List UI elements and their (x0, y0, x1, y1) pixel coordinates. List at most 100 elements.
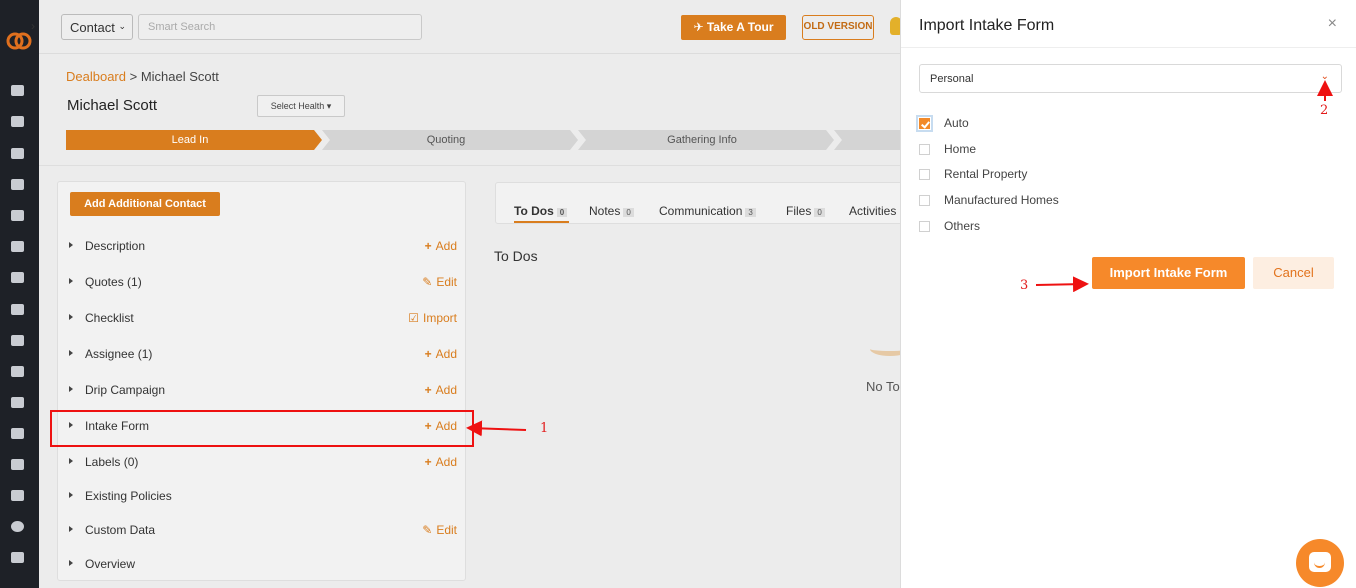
megaphone-icon[interactable] (11, 304, 24, 315)
caret-right-icon (69, 242, 73, 248)
checkbox[interactable] (919, 144, 930, 155)
tab-notes[interactable]: Notes 0 (589, 204, 634, 218)
section-description[interactable]: Description + Add (58, 229, 465, 265)
section-add-button[interactable]: + Add (425, 347, 457, 361)
section-existing-policies[interactable]: Existing Policies (58, 479, 465, 515)
calendar-icon[interactable] (11, 459, 24, 470)
section-drip-campaign[interactable]: Drip Campaign + Add (58, 373, 465, 409)
plus-icon: + (424, 239, 432, 253)
section-label: Checklist (85, 311, 134, 325)
form-type-value: Personal (930, 73, 974, 85)
tab-label: To Dos (514, 204, 554, 218)
action-label: Edit (436, 523, 457, 537)
checkbox[interactable] (919, 221, 930, 232)
form-type-select[interactable]: Personal ⌄ (919, 64, 1342, 93)
plus-icon: + (424, 383, 432, 397)
section-edit-button[interactable]: ✎ Edit (422, 523, 457, 537)
section-quotes[interactable]: Quotes (1) ✎ Edit (58, 265, 465, 301)
section-custom-data[interactable]: Custom Data ✎ Edit (58, 513, 465, 549)
contact-card-icon[interactable] (11, 241, 24, 252)
reports-icon[interactable] (11, 366, 24, 377)
badge-icon[interactable] (11, 552, 24, 563)
page-title: Michael Scott (67, 97, 158, 114)
section-checklist[interactable]: Checklist ☑ Import (58, 301, 465, 337)
section-label: Overview (85, 557, 136, 571)
option-label: Auto (944, 116, 969, 130)
option-label: Others (944, 219, 981, 233)
import-icon: ☑ (408, 311, 419, 325)
documents-icon[interactable] (11, 148, 24, 159)
annotation-highlight-box (50, 410, 474, 447)
chat-launcher-button[interactable] (1296, 539, 1344, 587)
todos-heading: To Dos (494, 248, 538, 264)
section-edit-button[interactable]: ✎ Edit (422, 275, 457, 289)
health-select-label: Select Health (270, 101, 325, 111)
tab-label: Notes (589, 204, 621, 218)
panel-title: Import Intake Form (919, 17, 1055, 34)
section-add-button[interactable]: + Add (425, 383, 457, 397)
section-assignee[interactable]: Assignee (1) + Add (58, 337, 465, 373)
take-a-tour-button[interactable]: ✈ Take A Tour (681, 15, 786, 40)
pencil-icon: ✎ (422, 523, 433, 537)
import-intake-form-button[interactable]: Import Intake Form (1092, 257, 1245, 289)
select-health-dropdown[interactable]: Select Health ▾ (257, 95, 345, 117)
stage-lead-in[interactable]: Lead In (66, 130, 314, 150)
action-label: Edit (436, 275, 457, 289)
section-labels[interactable]: Labels (0) + Add (58, 445, 465, 481)
dashboard-icon[interactable] (11, 85, 24, 96)
section-import-button[interactable]: ☑ Import (408, 311, 457, 325)
list-icon[interactable] (11, 210, 24, 221)
money-icon[interactable] (11, 397, 24, 408)
checkbox[interactable] (919, 195, 930, 206)
smart-search-input[interactable]: Smart Search (138, 14, 422, 40)
tour-label: Take A Tour (706, 20, 774, 34)
breadcrumb-dealboard-link[interactable]: Dealboard (66, 69, 126, 84)
cancel-button[interactable]: Cancel (1253, 257, 1334, 289)
section-overview[interactable]: Overview (58, 547, 465, 583)
stage-quoting[interactable]: Quoting (322, 130, 570, 150)
tab-count: 0 (623, 208, 634, 217)
section-label: Quotes (1) (85, 275, 142, 289)
contacts-icon[interactable] (11, 116, 24, 127)
close-icon[interactable]: × (1328, 15, 1337, 33)
option-label: Manufactured Homes (944, 193, 1059, 207)
caret-right-icon (69, 560, 73, 566)
contact-details-card: Add Additional Contact Description + Add … (57, 181, 466, 581)
left-nav-rail (0, 0, 39, 588)
option-label: Rental Property (944, 167, 1028, 181)
active-tab-indicator (514, 221, 569, 223)
dollar-icon[interactable] (11, 521, 24, 532)
caret-right-icon (69, 492, 73, 498)
plus-icon: + (424, 347, 432, 361)
tab-files[interactable]: Files 0 (786, 204, 825, 218)
notes-icon[interactable] (11, 428, 24, 439)
panel-header: Import Intake Form × (901, 0, 1356, 48)
checkbox[interactable] (919, 169, 930, 180)
add-additional-contact-button[interactable]: Add Additional Contact (70, 192, 220, 216)
tab-to-dos[interactable]: To Dos 0 (514, 204, 568, 218)
logo-icon[interactable] (6, 28, 32, 54)
section-label: Labels (0) (85, 455, 139, 469)
tab-activities[interactable]: Activities (849, 204, 896, 218)
old-version-button[interactable]: OLD VERSION (802, 15, 874, 40)
tab-communication[interactable]: Communication 3 (659, 204, 756, 218)
book-icon[interactable] (11, 335, 24, 346)
plus-icon: + (424, 455, 432, 469)
import-intake-form-panel: Import Intake Form × Personal ⌄ Auto Hom… (900, 0, 1356, 588)
checkbox-checked[interactable] (916, 115, 933, 132)
breadcrumb: Dealboard > Michael Scott (66, 69, 219, 84)
action-label: Add (435, 455, 457, 469)
chevron-down-icon: ⌄ (118, 21, 126, 31)
filter-icon[interactable] (11, 272, 24, 283)
tab-count: 3 (745, 208, 756, 217)
section-add-button[interactable]: + Add (425, 239, 457, 253)
section-label: Custom Data (85, 523, 156, 537)
stage-gathering-info[interactable]: Gathering Info (578, 130, 826, 150)
monitor-icon[interactable] (11, 490, 24, 501)
section-add-button[interactable]: + Add (425, 455, 457, 469)
tab-label: Files (786, 204, 812, 218)
action-label: Add (435, 383, 457, 397)
pipeline-stages: Lead In Quoting Gathering Info (66, 130, 946, 150)
contact-type-select[interactable]: Contact ⌄ (61, 14, 133, 40)
bank-icon[interactable] (11, 179, 24, 190)
